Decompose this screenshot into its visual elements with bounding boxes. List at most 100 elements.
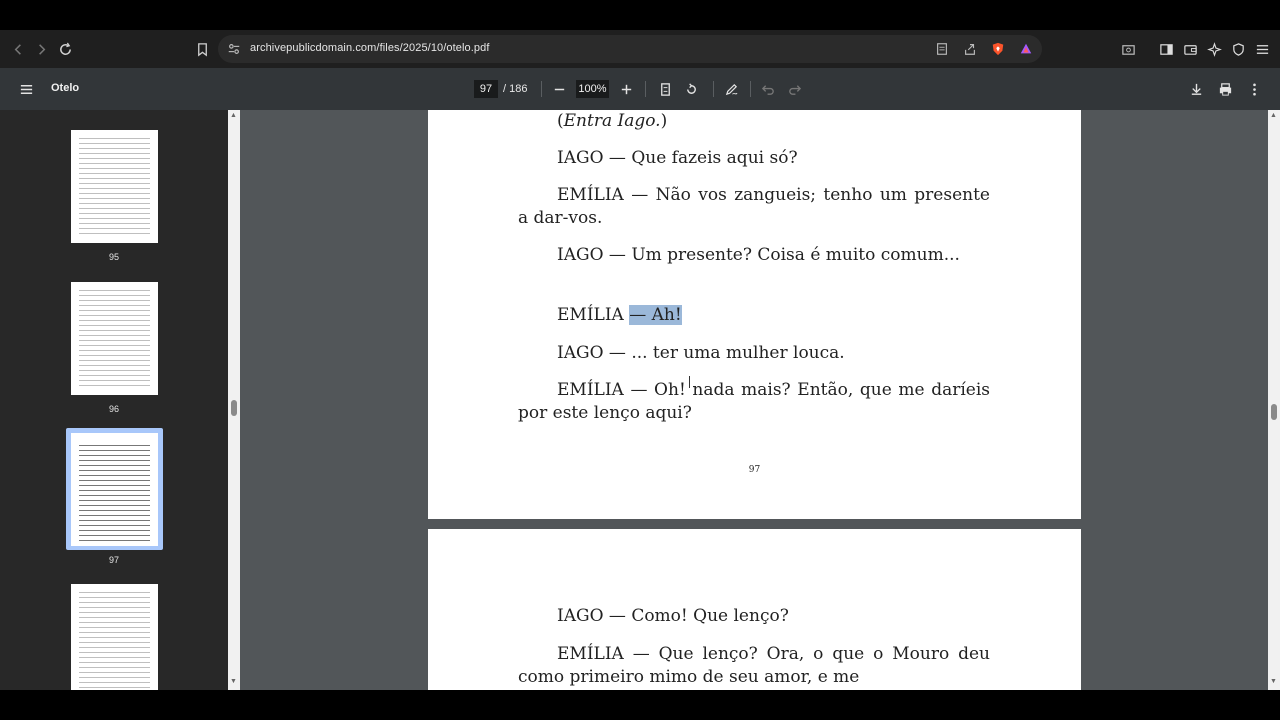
sidebar-toggle-button[interactable] bbox=[1154, 37, 1178, 61]
vpn-button[interactable] bbox=[1226, 37, 1250, 61]
page-thumbnail-98[interactable] bbox=[71, 584, 158, 690]
page-total: / 186 bbox=[503, 83, 528, 95]
thumbnail-text-line bbox=[79, 485, 150, 486]
thumbnail-text-line bbox=[79, 350, 150, 351]
address-bar[interactable]: archivepublicdomain.com/files/2025/10/ot… bbox=[218, 35, 1042, 63]
thumbnail-text-line bbox=[79, 622, 150, 623]
thumbnail-text-line bbox=[79, 450, 150, 451]
back-arrow-icon bbox=[14, 43, 21, 55]
scroll-up-arrow-icon[interactable]: ▲ bbox=[1270, 112, 1277, 119]
brave-shields-icon[interactable] bbox=[990, 41, 1006, 57]
thumbnail-text-line bbox=[79, 345, 150, 346]
thumbnail-text-line bbox=[79, 153, 150, 154]
menu-icon bbox=[20, 84, 32, 94]
redo-button[interactable] bbox=[784, 79, 804, 99]
back-button[interactable] bbox=[6, 37, 30, 61]
thumbnail-text-line bbox=[79, 515, 150, 516]
thumbnail-label: 97 bbox=[108, 555, 119, 565]
scroll-up-arrow-icon[interactable]: ▲ bbox=[230, 112, 237, 119]
selected-text-highlight[interactable]: — Ah! bbox=[629, 305, 682, 325]
thumbnail-text-line bbox=[79, 612, 150, 613]
thumbnail-text-line bbox=[79, 627, 150, 628]
undo-button[interactable] bbox=[758, 79, 778, 99]
thumbnail-text-line bbox=[79, 535, 150, 536]
dialogue-line: IAGO — Como! Que lenço? bbox=[557, 606, 789, 626]
thumbnail-text-line bbox=[79, 490, 150, 491]
text-cursor-icon bbox=[689, 376, 695, 388]
sidebar-scrollbar[interactable]: ▲ ▼ bbox=[228, 110, 240, 690]
thumbnail-text-line bbox=[79, 340, 150, 341]
page-number-input[interactable]: 97 bbox=[474, 80, 498, 98]
dialogue-line: EMÍLIA — Não vos zangueis; tenho um pres… bbox=[518, 185, 990, 228]
annotate-button[interactable] bbox=[721, 79, 741, 99]
scroll-down-arrow-icon[interactable]: ▼ bbox=[1270, 678, 1277, 685]
thumbnail-text-line bbox=[79, 385, 150, 386]
toolbar-divider bbox=[645, 81, 646, 97]
pdf-page-97: (Entra Iago.) IAGO — Que fazeis aqui só?… bbox=[428, 110, 1081, 519]
thumbnail-text-line bbox=[79, 607, 150, 608]
thumbnail-text-line bbox=[79, 163, 150, 164]
bookmark-button[interactable] bbox=[190, 37, 214, 61]
thumbnail-text-line bbox=[79, 228, 150, 229]
brave-rewards-icon[interactable] bbox=[1018, 41, 1034, 57]
thumbnail-sidebar: 95 96 97 bbox=[0, 110, 228, 690]
page-thumbnail-97[interactable] bbox=[71, 433, 158, 546]
scroll-down-arrow-icon[interactable]: ▼ bbox=[230, 678, 237, 685]
sidebar-scroll-thumb[interactable] bbox=[231, 400, 237, 416]
thumbnail-text-line bbox=[79, 305, 150, 306]
thumbnail-text-line bbox=[79, 370, 150, 371]
browser-toolbar: archivepublicdomain.com/files/2025/10/ot… bbox=[0, 30, 1280, 68]
thumbnail-text-line bbox=[79, 173, 150, 174]
thumbnail-text-line bbox=[79, 672, 150, 673]
minus-icon bbox=[554, 88, 564, 90]
share-icon[interactable] bbox=[962, 41, 978, 57]
forward-button[interactable] bbox=[29, 37, 53, 61]
site-info-icon[interactable] bbox=[226, 41, 242, 57]
more-options-button[interactable] bbox=[1244, 79, 1264, 99]
zoom-level-input[interactable]: 100% bbox=[576, 80, 609, 98]
document-scrollbar[interactable]: ▲ ▼ bbox=[1268, 110, 1280, 690]
toolbar-divider bbox=[541, 81, 542, 97]
page-thumbnail-96[interactable] bbox=[71, 282, 158, 395]
redo-icon bbox=[788, 84, 801, 95]
printer-icon bbox=[1219, 82, 1231, 96]
url-text[interactable]: archivepublicdomain.com/files/2025/10/ot… bbox=[250, 42, 490, 54]
thumbnail-text-line bbox=[79, 505, 150, 506]
thumbnail-label: 95 bbox=[108, 252, 119, 262]
thumbnail-text-line bbox=[79, 138, 150, 139]
print-button[interactable] bbox=[1215, 79, 1235, 99]
fit-page-button[interactable] bbox=[655, 79, 675, 99]
document-title: Otelo bbox=[51, 82, 80, 94]
leo-ai-button[interactable] bbox=[1202, 37, 1226, 61]
thumbnail-text-line bbox=[79, 647, 150, 648]
zoom-in-button[interactable] bbox=[616, 79, 636, 99]
zoom-out-button[interactable] bbox=[549, 79, 569, 99]
thumbnail-label: 96 bbox=[108, 404, 119, 414]
toggle-sidebar-button[interactable] bbox=[16, 79, 36, 99]
thumbnail-text-line bbox=[79, 465, 150, 466]
wallet-button[interactable] bbox=[1178, 37, 1202, 61]
thumbnail-text-line bbox=[79, 320, 150, 321]
thumbnail-text-line bbox=[79, 687, 150, 688]
thumbnail-text-line bbox=[79, 677, 150, 678]
rotate-button[interactable] bbox=[681, 79, 701, 99]
page-thumbnail-95[interactable] bbox=[71, 130, 158, 243]
thumbnail-text-line bbox=[79, 642, 150, 643]
download-button[interactable] bbox=[1186, 79, 1206, 99]
rotate-icon bbox=[686, 82, 696, 94]
reload-button[interactable] bbox=[53, 37, 77, 61]
document-scroll-thumb[interactable] bbox=[1271, 404, 1277, 420]
reader-mode-icon[interactable] bbox=[934, 41, 950, 57]
thumbnail-text-line bbox=[79, 178, 150, 179]
thumbnail-text-line bbox=[79, 592, 150, 593]
thumbnail-text-line bbox=[79, 682, 150, 683]
pen-icon bbox=[725, 83, 737, 95]
download-icon bbox=[1191, 83, 1201, 95]
thumbnail-text-line bbox=[79, 183, 150, 184]
screenshot-button[interactable] bbox=[1116, 37, 1140, 61]
thumbnail-text-line bbox=[79, 455, 150, 456]
thumbnail-text-line bbox=[79, 617, 150, 618]
thumbnail-text-line bbox=[79, 637, 150, 638]
browser-menu-button[interactable] bbox=[1250, 37, 1274, 61]
toolbar-divider bbox=[713, 81, 714, 97]
